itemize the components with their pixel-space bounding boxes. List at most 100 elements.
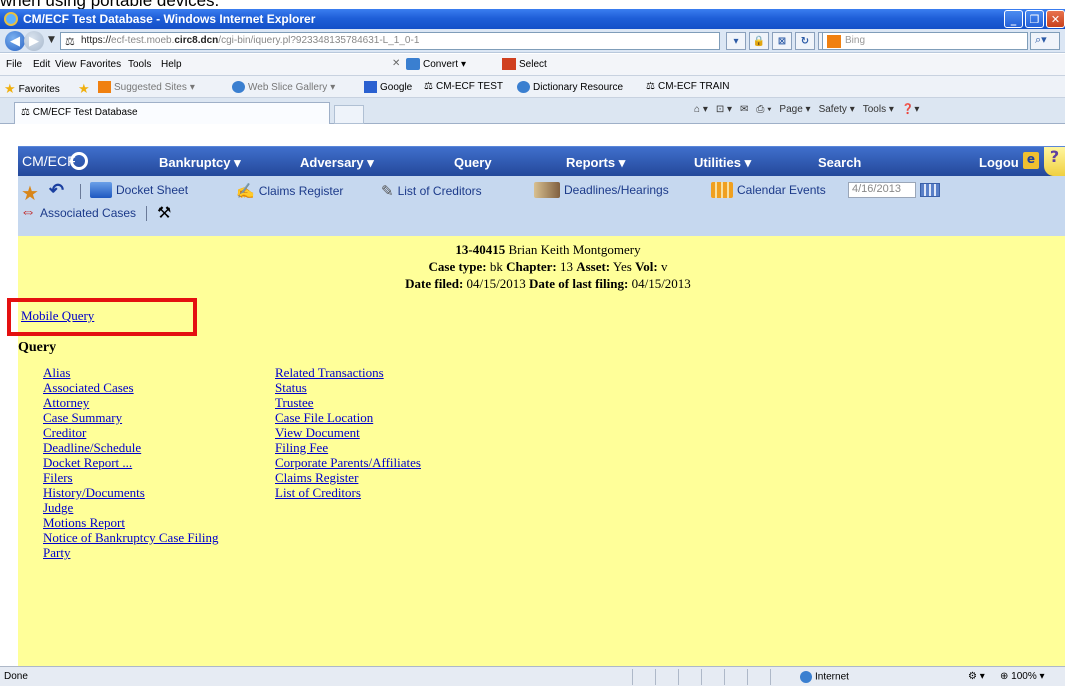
date-picker-icon[interactable] [920, 183, 940, 197]
lock-icon[interactable]: 🔒 [749, 32, 769, 50]
query-link[interactable]: Case Summary [43, 410, 122, 425]
compatibility-icon[interactable]: ⊠ [772, 32, 792, 50]
menu-file[interactable]: File [6, 59, 22, 70]
nav-adversary[interactable]: Adversary ▾ [300, 155, 374, 171]
search-icon[interactable]: ⌕▾ [1030, 32, 1060, 50]
query-link[interactable]: View Document [275, 425, 360, 440]
address-bar: ◀ ▶ ▼ ⚖ https://ecf-test.moeb.circ8.dcn/… [0, 29, 1065, 53]
nav-utilities[interactable]: Utilities ▾ [694, 155, 751, 171]
scales-icon: ⚖ [21, 107, 33, 118]
menu-edit[interactable]: Edit [33, 59, 50, 70]
web-slice-gallery[interactable]: Web Slice Gallery ▾ [232, 81, 335, 93]
safety-menu[interactable]: Safety ▾ [819, 104, 855, 115]
query-link[interactable]: List of Creditors [275, 485, 361, 500]
nav-reports[interactable]: Reports ▾ [566, 155, 625, 171]
query-link[interactable]: Case File Location [275, 410, 373, 425]
ie-icon [517, 81, 530, 93]
google-favorite[interactable]: Google [364, 81, 412, 93]
feeds-icon[interactable]: ⊡ ▾ [716, 104, 732, 115]
menu-favorites[interactable]: Favorites [80, 59, 121, 70]
query-link[interactable]: Associated Cases [43, 380, 134, 395]
claims-register-button[interactable]: ✍ Claims Register [236, 182, 343, 200]
double-arrow-icon: ⇔ [20, 204, 36, 221]
menu-view[interactable]: View [55, 59, 77, 70]
back-button[interactable]: ◀ [5, 31, 25, 51]
query-link[interactable]: Docket Report ... [43, 455, 132, 470]
suggested-sites[interactable]: Suggested Sites ▾ [98, 81, 195, 93]
query-link[interactable]: Corporate Parents/Affiliates [275, 455, 421, 470]
query-link[interactable]: History/Documents [43, 485, 145, 500]
claims-register-icon: ✍ [236, 183, 255, 200]
list-of-creditors-button[interactable]: ✎ List of Creditors [381, 182, 482, 200]
help-icon[interactable]: ? [1044, 147, 1065, 176]
url-dropdown-icon[interactable]: ▾ [726, 32, 746, 50]
window-title: CM/ECF Test Database - Windows Internet … [23, 12, 316, 26]
add-favorite-icon[interactable]: ★ [78, 81, 90, 97]
protected-mode-icon[interactable]: ⚙ ▾ [968, 671, 985, 682]
query-link[interactable]: Attorney [43, 395, 89, 410]
query-link[interactable]: Deadline/Schedule [43, 440, 141, 455]
tab-cmecf[interactable]: ⚖ CM/ECF Test Database [14, 102, 330, 124]
help-icon[interactable]: ❓▾ [902, 104, 919, 115]
query-link[interactable]: Related Transactions [275, 365, 384, 380]
search-input[interactable]: Bing [822, 32, 1028, 50]
undo-icon[interactable]: ↶ [49, 180, 64, 201]
query-link[interactable]: Creditor [43, 425, 86, 440]
new-tab-button[interactable] [334, 105, 364, 124]
favorites-button[interactable]: ★ Favorites [4, 81, 60, 97]
docket-sheet-button[interactable]: Docket Sheet [90, 182, 188, 198]
calendar-date-field[interactable]: 4/16/2013 [848, 182, 940, 198]
zoom-level[interactable]: ⊕ 100% ▾ [1000, 671, 1045, 682]
close-icon[interactable]: ✕ [1046, 10, 1065, 28]
query-link[interactable]: Trustee [275, 395, 314, 410]
refresh-icon[interactable]: ↻ [795, 32, 815, 50]
query-link[interactable]: Status [275, 380, 307, 395]
home-icon[interactable]: ⌂ ▾ [694, 104, 708, 115]
tools-menu[interactable]: Tools ▾ [863, 104, 894, 115]
query-link[interactable]: Judge [43, 500, 73, 515]
maximize-icon[interactable]: ❐ [1025, 10, 1044, 28]
query-link[interactable]: Notice of Bankruptcy Case Filing [43, 530, 218, 545]
nav-search[interactable]: Search [818, 155, 861, 170]
cmecf-nav: CM/ECF Bankruptcy ▾ Adversary ▾ Query Re… [18, 146, 1065, 176]
nav-logout[interactable]: Logou [979, 155, 1019, 170]
forward-button[interactable]: ▶ [24, 31, 44, 51]
select-button[interactable]: Select [502, 58, 547, 70]
page-caption: when using portable devices. [0, 0, 220, 10]
nav-bankruptcy[interactable]: Bankruptcy ▾ [159, 155, 241, 171]
calendar-events-button[interactable]: Calendar Events [711, 182, 826, 198]
nav-dropdown-icon[interactable]: ▼ [48, 35, 55, 45]
select-icon [502, 58, 516, 70]
url-input[interactable]: ⚖ https://ecf-test.moeb.circ8.dcn/cgi-bi… [60, 32, 720, 50]
globe-icon [800, 671, 812, 683]
query-link[interactable]: Party [43, 545, 70, 560]
google-icon [364, 81, 377, 93]
nav-query[interactable]: Query [454, 155, 492, 170]
query-link[interactable]: Filing Fee [275, 440, 328, 455]
associated-cases-button[interactable]: ⇔ Associated Cases ⚒ [20, 203, 171, 223]
menu-tools[interactable]: Tools [128, 59, 151, 70]
deadlines-hearings-button[interactable]: Deadlines/Hearings [534, 182, 669, 198]
minimize-icon[interactable]: _ [1004, 10, 1023, 28]
menu-help[interactable]: Help [161, 59, 182, 70]
dictionary-favorite[interactable]: Dictionary Resource [517, 81, 623, 93]
query-link[interactable]: Claims Register [275, 470, 358, 485]
case-header: 13-40415 Brian Keith Montgomery Case typ… [405, 242, 691, 291]
page-menu[interactable]: Page ▾ [779, 104, 810, 115]
cmecf-test-favorite[interactable]: ⚖ CM-ECF TEST [424, 81, 503, 92]
scales-icon: ⚖ [424, 81, 433, 92]
mobile-query-link[interactable]: Mobile Query [21, 308, 94, 324]
close-toolbar-icon[interactable]: ✕ [392, 58, 400, 69]
query-link[interactable]: Motions Report [43, 515, 125, 530]
security-zone: Internet [800, 671, 849, 683]
query-link[interactable]: Filers [43, 470, 73, 485]
main-content: 13-40415 Brian Keith Montgomery Case typ… [7, 236, 1065, 666]
cmecf-train-favorite[interactable]: ⚖ CM-ECF TRAIN [646, 81, 729, 92]
cmecf-logo[interactable]: CM/ECF [22, 153, 76, 169]
hammer-icon[interactable]: ⚒ [157, 203, 171, 223]
query-link[interactable]: Alias [43, 365, 70, 380]
status-text: Done [4, 671, 28, 682]
convert-button[interactable]: Convert ▾ [406, 58, 466, 70]
mail-icon[interactable]: ✉ [740, 104, 748, 115]
print-icon[interactable]: ⎙ ▾ [756, 104, 771, 115]
